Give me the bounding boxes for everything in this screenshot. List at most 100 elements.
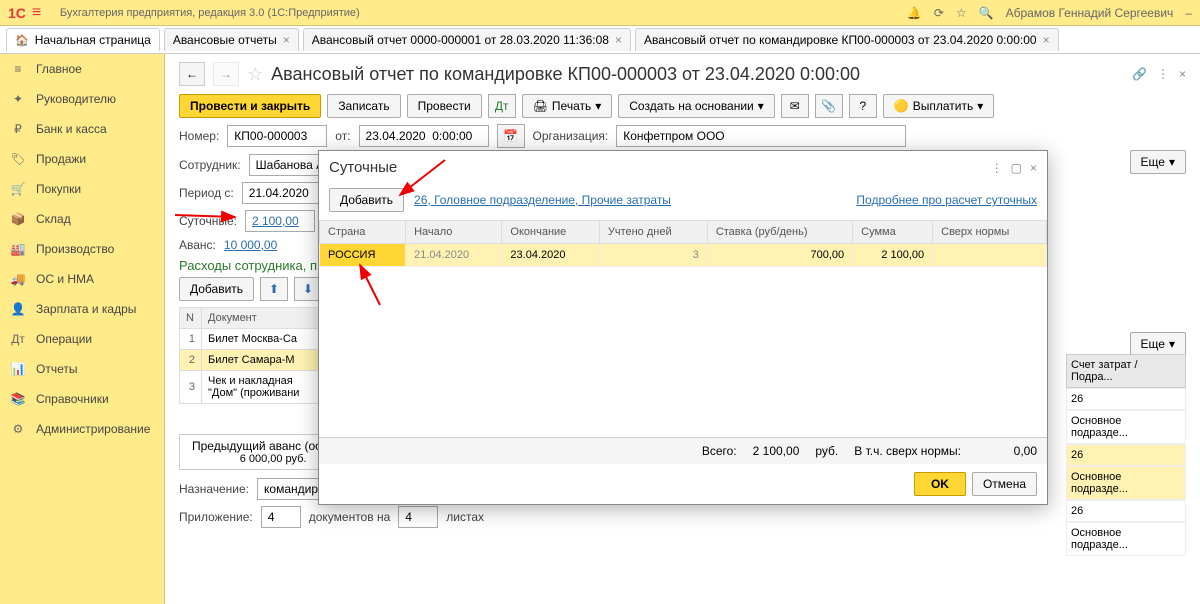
from-label: от: bbox=[335, 129, 350, 143]
close-icon[interactable]: × bbox=[1043, 33, 1050, 47]
advance-label: Аванс: bbox=[179, 238, 216, 252]
gear-icon: ⚙ bbox=[10, 422, 26, 436]
sidebar-item-bank[interactable]: ₽Банк и касса bbox=[0, 114, 164, 144]
print-button[interactable]: 🖨 Печать ▾ bbox=[522, 94, 613, 118]
create-on-button[interactable]: Создать на основании ▾ bbox=[618, 94, 775, 118]
sidebar-item-operations[interactable]: ДтОперации bbox=[0, 324, 164, 354]
cart-icon: 🛒 bbox=[10, 182, 26, 196]
favorite-icon[interactable]: ☆ bbox=[247, 64, 263, 85]
acct-header: Счет затрат / Подра... bbox=[1066, 354, 1186, 388]
production-icon: 🏭 bbox=[10, 242, 26, 256]
sidebar-item-hr[interactable]: 👤Зарплата и кадры bbox=[0, 294, 164, 324]
number-input[interactable] bbox=[227, 125, 327, 147]
tab-item[interactable]: Авансовый отчет 0000-000001 от 28.03.202… bbox=[303, 28, 631, 51]
sheets-count-input[interactable] bbox=[398, 506, 438, 528]
modal-cancel-button[interactable]: Отмена bbox=[972, 472, 1037, 496]
close-icon[interactable]: × bbox=[615, 33, 622, 47]
sidebar: ≡Главное ✦Руководителю ₽Банк и касса 🏷Пр… bbox=[0, 54, 165, 604]
page-title: Авансовый отчет по командировке КП00-000… bbox=[271, 64, 860, 85]
emp-label: Сотрудник: bbox=[179, 158, 241, 172]
home-icon: ≡ bbox=[10, 62, 26, 76]
modal-footer: Всего: 2 100,00 руб. В т.ч. сверх нормы:… bbox=[319, 437, 1047, 464]
sidebar-item-sales[interactable]: 🏷Продажи bbox=[0, 144, 164, 174]
post-close-button[interactable]: Провести и закрыть bbox=[179, 94, 321, 118]
modal-more-icon[interactable]: ⋮ bbox=[991, 161, 1003, 175]
daily-modal: Суточные ⋮ ▢ × Добавить 26, Головное под… bbox=[318, 150, 1048, 505]
history-icon[interactable]: ⟳ bbox=[934, 6, 944, 20]
modal-close-icon[interactable]: × bbox=[1030, 161, 1037, 175]
number-label: Номер: bbox=[179, 129, 219, 143]
back-button[interactable]: ← bbox=[179, 62, 205, 86]
bell-icon[interactable]: 🔔 bbox=[907, 6, 922, 20]
modal-row[interactable]: РОССИЯ 21.04.2020 23.04.2020 3 700,00 2 … bbox=[320, 244, 1047, 267]
modal-details-link[interactable]: Подробнее про расчет суточных bbox=[856, 193, 1037, 207]
modal-maximize-icon[interactable]: ▢ bbox=[1011, 161, 1022, 175]
person-icon: 👤 bbox=[10, 302, 26, 316]
org-label: Организация: bbox=[533, 129, 609, 143]
add-expense-button[interactable]: Добавить bbox=[179, 277, 254, 301]
truck-icon: 🚚 bbox=[10, 272, 26, 286]
more-button[interactable]: Еще ▾ bbox=[1130, 150, 1186, 174]
sidebar-item-reports[interactable]: 📊Отчеты bbox=[0, 354, 164, 384]
tab-item[interactable]: Авансовый отчет по командировке КП00-000… bbox=[635, 28, 1059, 51]
app-title: Бухгалтерия предприятия, редакция 3.0 (1… bbox=[60, 7, 360, 19]
advance-link[interactable]: 10 000,00 bbox=[224, 238, 277, 252]
warehouse-icon: 📦 bbox=[10, 212, 26, 226]
post-button[interactable]: Провести bbox=[407, 94, 482, 118]
table-row[interactable]: 2Билет Самара-М bbox=[180, 350, 319, 371]
forward-button[interactable]: → bbox=[213, 62, 239, 86]
purpose-label: Назначение: bbox=[179, 482, 249, 496]
sidebar-item-warehouse[interactable]: 📦Склад bbox=[0, 204, 164, 234]
sidebar-item-directories[interactable]: 📚Справочники bbox=[0, 384, 164, 414]
minimize-icon[interactable]: – bbox=[1185, 6, 1192, 20]
more-icon[interactable]: ⋮ bbox=[1157, 67, 1169, 81]
close-icon[interactable]: × bbox=[283, 33, 290, 47]
save-button[interactable]: Записать bbox=[327, 94, 400, 118]
table-row[interactable]: 1Билет Москва-Са bbox=[180, 329, 319, 350]
app-topbar: 1C ≡ Бухгалтерия предприятия, редакция 3… bbox=[0, 0, 1200, 26]
tab-item[interactable]: Авансовые отчеты× bbox=[164, 28, 299, 51]
table-row[interactable]: 3Чек и накладная "Дом" (проживани bbox=[180, 371, 319, 404]
attach-button[interactable]: 📎 bbox=[815, 94, 843, 118]
bank-icon: ₽ bbox=[10, 122, 26, 136]
modal-add-button[interactable]: Добавить bbox=[329, 188, 404, 212]
chart-icon: 📊 bbox=[10, 362, 26, 376]
date-input[interactable] bbox=[359, 125, 489, 147]
daily-link[interactable]: 2 100,00 bbox=[245, 210, 315, 232]
search-icon[interactable]: 🔍 bbox=[979, 6, 994, 20]
attach-label: Приложение: bbox=[179, 510, 253, 524]
close-icon[interactable]: × bbox=[1179, 67, 1186, 81]
menu-icon[interactable]: ≡ bbox=[32, 4, 50, 22]
sidebar-item-admin[interactable]: ⚙Администрирование bbox=[0, 414, 164, 444]
modal-ok-button[interactable]: OK bbox=[914, 472, 966, 496]
sidebar-item-manager[interactable]: ✦Руководителю bbox=[0, 84, 164, 114]
pay-button[interactable]: 🟡 Выплатить ▾ bbox=[883, 94, 994, 118]
move-up-button[interactable]: ⬆ bbox=[260, 277, 288, 301]
link-icon[interactable]: 🔗 bbox=[1132, 67, 1147, 81]
attach-count-input[interactable] bbox=[261, 506, 301, 528]
sidebar-item-production[interactable]: 🏭Производство bbox=[0, 234, 164, 264]
books-icon: 📚 bbox=[10, 392, 26, 406]
sidebar-item-purchases[interactable]: 🛒Покупки bbox=[0, 174, 164, 204]
dtkt-button[interactable]: Дт bbox=[488, 94, 516, 118]
period-input[interactable] bbox=[242, 182, 322, 204]
manager-icon: ✦ bbox=[10, 92, 26, 106]
modal-title: Суточные bbox=[329, 159, 397, 176]
sidebar-item-assets[interactable]: 🚚ОС и НМА bbox=[0, 264, 164, 294]
sidebar-item-main[interactable]: ≡Главное bbox=[0, 54, 164, 84]
org-input[interactable] bbox=[616, 125, 906, 147]
account-panel: Счет затрат / Подра... 26 Основное подра… bbox=[1066, 354, 1186, 556]
modal-subdiv-link[interactable]: 26, Головное подразделение, Прочие затра… bbox=[414, 193, 671, 207]
calendar-icon[interactable]: 📅 bbox=[497, 124, 525, 148]
envelope-button[interactable]: ✉ bbox=[781, 94, 809, 118]
app-logo: 1C bbox=[8, 5, 26, 21]
tab-home[interactable]: 🏠 Начальная страница bbox=[6, 28, 160, 51]
user-label[interactable]: Абрамов Геннадий Сергеевич bbox=[1006, 6, 1174, 20]
expenses-more-button[interactable]: Еще ▾ bbox=[1130, 332, 1186, 356]
modal-table: СтранаНачалоОкончание Учтено днейСтавка … bbox=[319, 220, 1047, 267]
help-button[interactable]: ? bbox=[849, 94, 877, 118]
star-icon[interactable]: ☆ bbox=[956, 6, 967, 20]
tab-bar: 🏠 Начальная страница Авансовые отчеты× А… bbox=[0, 26, 1200, 54]
operations-icon: Дт bbox=[10, 332, 26, 346]
period-label: Период с: bbox=[179, 186, 234, 200]
